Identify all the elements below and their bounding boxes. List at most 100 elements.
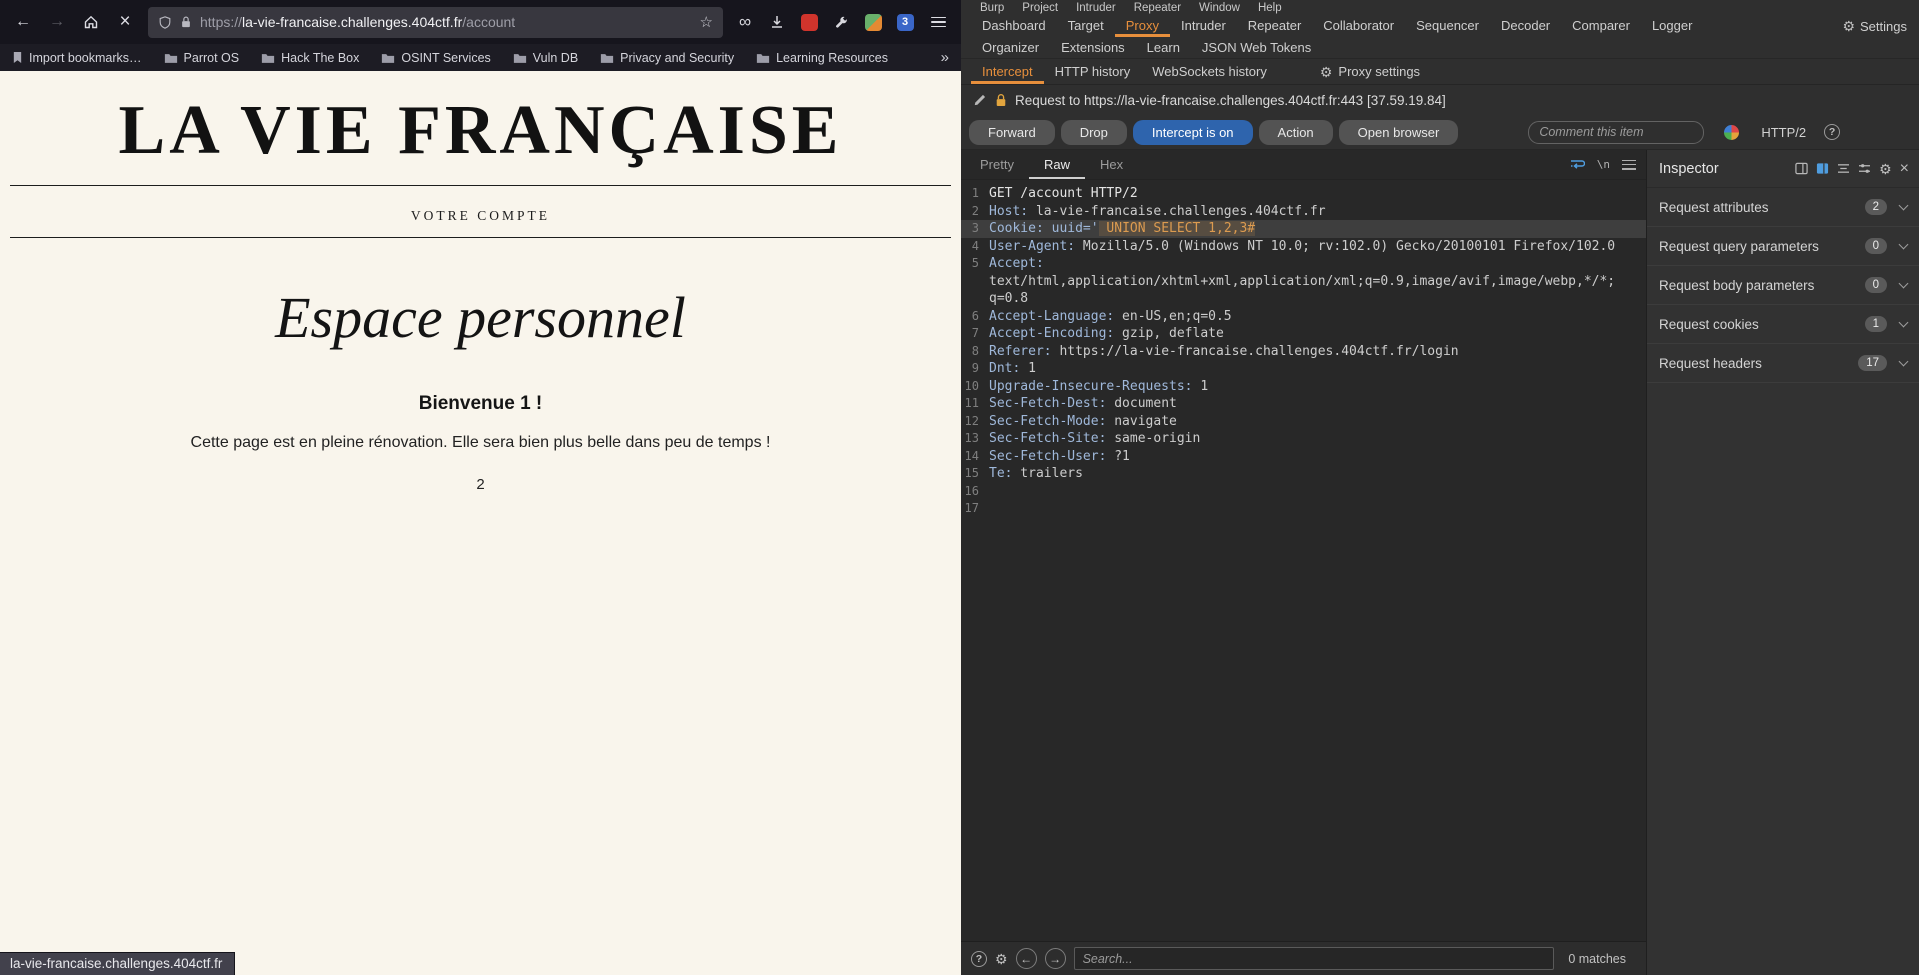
url-bar[interactable]: https://la-vie-francaise.challenges.404c…	[148, 6, 723, 38]
show-newlines-icon[interactable]: \n	[1597, 158, 1610, 171]
request-line[interactable]: q=0.8	[961, 290, 1646, 308]
request-line[interactable]: 3 Cookie: uuid=' UNION SELECT 1,2,3#	[961, 220, 1646, 238]
request-line[interactable]: 14 Sec-Fetch-User: ?1	[961, 448, 1646, 466]
menubar-item[interactable]: Repeater	[1125, 1, 1190, 15]
line-number: 7	[971, 326, 979, 340]
search-input[interactable]	[1073, 947, 1555, 970]
proxy-subtab[interactable]: Intercept	[971, 59, 1044, 84]
tools-extension-icon[interactable]	[827, 8, 855, 36]
main-tab[interactable]: Target	[1057, 15, 1115, 37]
search-prev-button[interactable]: ←	[1015, 948, 1037, 969]
request-line[interactable]: 7 Accept-Encoding: gzip, deflate	[961, 325, 1646, 343]
intercept-action-button[interactable]: Open browser	[1338, 119, 1459, 145]
intercept-action-button[interactable]: Forward	[969, 119, 1055, 145]
secondary-tab[interactable]: JSON Web Tokens	[1191, 37, 1322, 58]
inspector-settings-icon[interactable]: ⚙	[1879, 162, 1892, 176]
menubar-item[interactable]: Help	[1249, 1, 1291, 15]
request-line[interactable]: 15 Te: trailers	[961, 465, 1646, 483]
align-center-icon[interactable]	[1837, 163, 1850, 174]
home-button[interactable]	[76, 7, 106, 37]
request-line[interactable]: 13 Sec-Fetch-Site: same-origin	[961, 430, 1646, 448]
main-tab[interactable]: Repeater	[1237, 15, 1312, 37]
secondary-tab[interactable]: Extensions	[1050, 37, 1136, 58]
comment-input[interactable]	[1528, 120, 1705, 144]
word-wrap-icon[interactable]	[1569, 158, 1585, 172]
request-line[interactable]: 6 Accept-Language: en-US,en;q=0.5	[961, 308, 1646, 326]
extension-badge-3-icon[interactable]: 3	[891, 8, 919, 36]
request-line[interactable]: 5 Accept:	[961, 255, 1646, 273]
inspector-section-row[interactable]: Request cookies 1	[1647, 305, 1919, 344]
main-tab[interactable]: Collaborator	[1312, 15, 1405, 37]
tune-sliders-icon[interactable]	[1858, 163, 1871, 174]
request-line[interactable]: 8 Referer: https://la-vie-francaise.chal…	[961, 343, 1646, 361]
settings-button[interactable]: ⚙ Settings	[1842, 15, 1919, 37]
menubar-item[interactable]: Burp	[971, 1, 1013, 15]
main-tab[interactable]: Dashboard	[971, 15, 1057, 37]
adblock-extension-icon[interactable]	[795, 8, 823, 36]
burp-extension-icon[interactable]	[859, 8, 887, 36]
container-extension-icon[interactable]: ∞	[731, 8, 759, 36]
secondary-tab[interactable]: Organizer	[971, 37, 1050, 58]
request-line[interactable]: 9 Dnt: 1	[961, 360, 1646, 378]
bookmarks-overflow-chevron[interactable]: »	[941, 49, 949, 66]
main-tab[interactable]: Logger	[1641, 15, 1703, 37]
editor-menu-icon[interactable]	[1622, 159, 1636, 170]
layout-docked-icon[interactable]	[1816, 162, 1829, 175]
secondary-tab[interactable]: Learn	[1136, 37, 1191, 58]
intercept-action-button[interactable]: Drop	[1060, 119, 1127, 145]
request-line[interactable]: 12 Sec-Fetch-Mode: navigate	[961, 413, 1646, 431]
main-tab[interactable]: Proxy	[1115, 15, 1170, 37]
editor-view-tab[interactable]: Hex	[1085, 150, 1138, 179]
menubar-item[interactable]: Window	[1190, 1, 1249, 15]
menubar-item[interactable]: Project	[1013, 1, 1067, 15]
bookmark-item[interactable]: Hack The Box	[261, 51, 359, 65]
intercept-action-button[interactable]: Intercept is on	[1132, 119, 1253, 145]
proxy-subtab[interactable]: HTTP history	[1044, 59, 1142, 84]
help-icon[interactable]: ?	[1824, 124, 1841, 140]
proxy-subtab[interactable]: WebSockets history	[1141, 59, 1278, 84]
bookmark-item[interactable]: Parrot OS	[164, 51, 239, 65]
main-tab[interactable]: Intruder	[1170, 15, 1237, 37]
back-button[interactable]: ←	[8, 7, 38, 37]
highlight-colors-icon[interactable]	[1724, 124, 1740, 140]
forward-button[interactable]: →	[42, 7, 72, 37]
bookmark-item[interactable]: Learning Resources	[756, 51, 888, 65]
main-tab[interactable]: Decoder	[1490, 15, 1561, 37]
menu-button[interactable]	[923, 7, 953, 37]
bookmark-item[interactable]: OSINT Services	[381, 51, 491, 65]
bookmark-item[interactable]: Privacy and Security	[600, 51, 734, 65]
bookmark-item[interactable]: Vuln DB	[513, 51, 578, 65]
inspector-section-row[interactable]: Request query parameters 0	[1647, 227, 1919, 266]
editor-view-tab[interactable]: Raw	[1029, 150, 1085, 179]
main-tab[interactable]: Comparer	[1561, 15, 1641, 37]
intercept-action-button[interactable]: Action	[1258, 119, 1333, 145]
menubar-item[interactable]: Intruder	[1067, 1, 1125, 15]
downloads-button[interactable]	[763, 8, 791, 36]
editor-view-tab[interactable]: Pretty	[965, 150, 1029, 179]
main-tab[interactable]: Sequencer	[1405, 15, 1490, 37]
request-line[interactable]: 2 Host: la-vie-francaise.challenges.404c…	[961, 203, 1646, 221]
request-line[interactable]: 17	[961, 500, 1646, 518]
proxy-settings-button[interactable]: ⚙ Proxy settings	[1320, 59, 1420, 84]
inspector-section-row[interactable]: Request attributes 2	[1647, 188, 1919, 227]
message-editor: Pretty Raw Hex \n 1 GET /account HTTP/2 …	[961, 150, 1646, 975]
request-target-text: Request to https://la-vie-francaise.chal…	[1015, 92, 1446, 108]
search-next-button[interactable]: →	[1044, 948, 1066, 969]
bookmark-star-icon[interactable]: ☆	[700, 13, 713, 31]
request-line[interactable]: 1 GET /account HTTP/2	[961, 185, 1646, 203]
request-line[interactable]: 4 User-Agent: Mozilla/5.0 (Windows NT 10…	[961, 238, 1646, 256]
bookmark-item[interactable]: Import bookmarks…	[12, 51, 142, 65]
search-settings-icon[interactable]: ⚙	[995, 952, 1008, 966]
layout-split-icon[interactable]	[1795, 162, 1808, 175]
search-help-icon[interactable]: ?	[971, 950, 987, 967]
close-icon[interactable]: ×	[1900, 160, 1909, 177]
request-line[interactable]: 11 Sec-Fetch-Dest: document	[961, 395, 1646, 413]
request-line[interactable]: 16	[961, 483, 1646, 501]
request-line[interactable]: text/html,application/xhtml+xml,applicat…	[961, 273, 1646, 291]
stop-button[interactable]: ×	[110, 7, 140, 37]
inspector-section-row[interactable]: Request body parameters 0	[1647, 266, 1919, 305]
nav-link-votre-compte[interactable]: VOTRE COMPTE	[411, 208, 550, 224]
inspector-section-row[interactable]: Request headers 17	[1647, 344, 1919, 383]
request-editor[interactable]: 1 GET /account HTTP/2 2 Host: la-vie-fra…	[961, 180, 1646, 941]
request-line[interactable]: 10 Upgrade-Insecure-Requests: 1	[961, 378, 1646, 396]
